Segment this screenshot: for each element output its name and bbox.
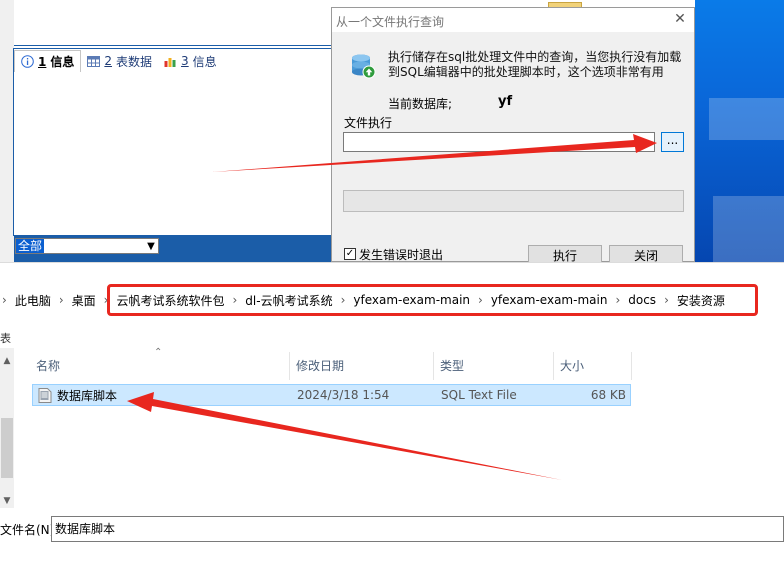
scrollbar-thumb[interactable] bbox=[1, 418, 13, 478]
file-open-dialog: › 此电脑 › 桌面 › 云帆考试系统软件包 › dl-云帆考试系统 › yfe… bbox=[0, 262, 784, 586]
exit-on-error-label: 发生错误时退出 bbox=[359, 248, 444, 262]
tab-label: 信息 bbox=[192, 54, 217, 69]
wallpaper-pane bbox=[709, 98, 784, 140]
file-date: 2024/3/18 1:54 bbox=[297, 388, 390, 402]
table-row[interactable]: 数据库脚本 2024/3/18 1:54 SQL Text File 68 KB bbox=[32, 384, 631, 406]
sql-file-icon bbox=[38, 388, 52, 403]
filename-label: 文件名(N): bbox=[0, 523, 59, 537]
table-grid-icon bbox=[87, 55, 101, 67]
tab-info-3[interactable]: 3 信息 bbox=[158, 50, 223, 72]
breadcrumb-separator: › bbox=[2, 293, 7, 307]
chart-bars-icon bbox=[164, 57, 176, 67]
explorer-top-edge bbox=[0, 262, 784, 284]
tab-number: 3 bbox=[181, 54, 189, 68]
dialog-titlebar: 从一个文件执行查询 ✕ bbox=[332, 8, 694, 32]
scroll-up-icon[interactable]: ▲ bbox=[0, 354, 14, 368]
column-header-date[interactable]: 修改日期 bbox=[290, 352, 434, 380]
results-area bbox=[14, 0, 332, 46]
exit-on-error-checkbox[interactable]: ✓ bbox=[344, 248, 356, 260]
dialog-description: 执行储存在sql批处理文件中的查询，当您执行没有加载到SQL编辑器中的批处理脚本… bbox=[388, 50, 682, 79]
column-header-type[interactable]: 类型 bbox=[434, 352, 554, 380]
background-app-window: 1 信息 2 表数据 3 信息 全部 ▼ bbox=[0, 0, 332, 262]
execute-sql-file-dialog: 从一个文件执行查询 ✕ 执行储存在sql批处理文件中的查询，当您执行没有加载到S… bbox=[331, 7, 695, 262]
filter-select[interactable]: 全部 ▼ bbox=[15, 238, 159, 254]
close-icon[interactable]: ✕ bbox=[672, 11, 688, 27]
nav-pane-fragment: 表 bbox=[0, 332, 11, 345]
file-name: 数据库脚本 bbox=[57, 388, 118, 403]
tab-table-data-2[interactable]: 2 表数据 bbox=[81, 50, 158, 72]
tab-label: 信息 bbox=[50, 55, 75, 69]
wallpaper-pane bbox=[713, 196, 784, 262]
browse-button[interactable]: ... bbox=[661, 132, 684, 152]
current-db-label: 当前数据库; bbox=[388, 97, 453, 111]
close-button[interactable]: 关闭 bbox=[609, 245, 683, 262]
file-type: SQL Text File bbox=[441, 388, 517, 402]
breadcrumb-separator: › bbox=[58, 293, 64, 307]
breadcrumb-item[interactable]: 此电脑 bbox=[9, 292, 57, 309]
info-icon bbox=[21, 55, 34, 68]
info-panel bbox=[13, 48, 332, 236]
tab-number: 1 bbox=[38, 54, 47, 69]
current-db-value: yf bbox=[498, 94, 513, 109]
nav-pane-scrollbar[interactable]: ▲ ▼ bbox=[0, 348, 14, 508]
top-region: 1 信息 2 表数据 3 信息 全部 ▼ 从一个文件执行查询 ✕ 执行储存在sq… bbox=[0, 0, 784, 262]
result-tabs: 1 信息 2 表数据 3 信息 bbox=[14, 50, 223, 72]
annotation-highlight-box bbox=[107, 284, 758, 316]
file-path-input[interactable] bbox=[343, 132, 655, 152]
scroll-down-icon[interactable]: ▼ bbox=[0, 494, 14, 508]
tab-number: 2 bbox=[104, 54, 113, 68]
database-run-icon bbox=[352, 54, 376, 79]
column-header-name[interactable]: 名称 bbox=[30, 352, 290, 380]
chevron-down-icon[interactable]: ▼ bbox=[144, 239, 158, 253]
window-frame bbox=[0, 0, 14, 262]
file-exec-label: 文件执行 bbox=[344, 116, 393, 130]
file-size: 68 KB bbox=[590, 388, 626, 402]
progress-bar bbox=[343, 190, 684, 212]
column-header-size[interactable]: 大小 bbox=[554, 352, 632, 380]
tab-info-1[interactable]: 1 信息 bbox=[14, 50, 82, 72]
column-headers: 名称 修改日期 类型 大小 bbox=[30, 352, 632, 380]
desktop-wallpaper bbox=[695, 0, 784, 262]
execute-button[interactable]: 执行 bbox=[528, 245, 602, 262]
tab-label: 表数据 bbox=[116, 54, 153, 69]
dialog-title: 从一个文件执行查询 bbox=[336, 15, 445, 29]
filename-input[interactable]: 数据库脚本 bbox=[51, 516, 784, 542]
breadcrumb-item[interactable]: 桌面 bbox=[66, 292, 102, 309]
filter-select-value: 全部 bbox=[16, 239, 45, 253]
